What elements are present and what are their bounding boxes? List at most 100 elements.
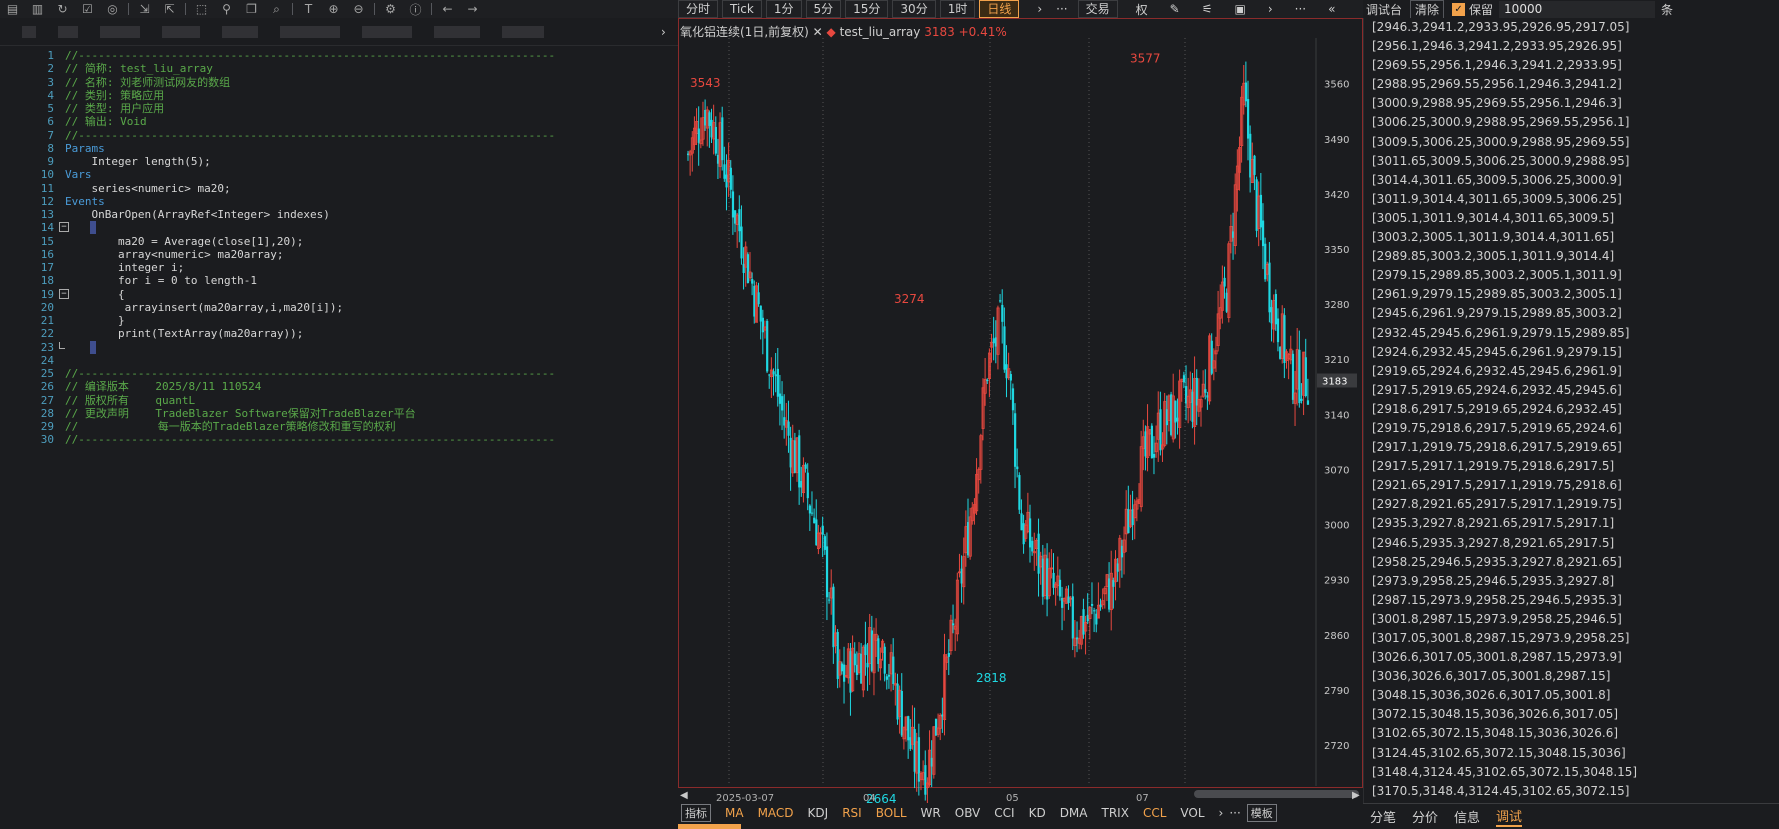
indicator-tab[interactable]: CCI	[994, 806, 1014, 820]
keep-label: 保留	[1469, 2, 1494, 17]
editor-tab[interactable]	[362, 25, 412, 38]
editor-tab[interactable]	[22, 25, 36, 38]
editor-tab[interactable]	[58, 25, 78, 38]
code-line[interactable]: 30 //------------------------------------…	[8, 432, 678, 447]
indicator-tab[interactable]: DMA	[1060, 806, 1088, 820]
copy-icon[interactable]: ❐	[243, 2, 260, 16]
sliders-icon[interactable]: ⚟	[1202, 2, 1213, 16]
chevron-right-icon[interactable]: ›	[1219, 806, 1224, 820]
checklist-icon[interactable]: ☑	[79, 2, 96, 16]
count-input[interactable]: 10000	[1499, 0, 1656, 18]
y-tick-label: 3280	[1324, 300, 1349, 311]
timeframe-button[interactable]: 1时	[939, 0, 976, 18]
timeframe-button[interactable]: 15分	[845, 0, 889, 18]
debug-tab[interactable]: 信息	[1454, 807, 1480, 826]
debug-output[interactable]: [2946.3,2941.2,2933.95,2926.95,2917.05] […	[1363, 18, 1779, 803]
refresh-icon[interactable]: ↻	[54, 2, 71, 16]
fold-toggle-icon[interactable]: −	[59, 288, 69, 299]
last-price-label: 3183	[1322, 377, 1347, 388]
indicator-label[interactable]: 指标	[681, 804, 711, 822]
toolbar-divider	[292, 3, 293, 15]
debug-line: [2927.8,2921.65,2917.5,2917.1,2919.75]	[1372, 497, 1622, 512]
count-unit: 条	[1661, 2, 1674, 17]
timeframe-button[interactable]: 30分	[892, 0, 936, 18]
debug-tab[interactable]: 分价	[1412, 807, 1438, 826]
trade-button[interactable]: 交易	[1077, 0, 1118, 18]
candlestick-chart[interactable]: 3560 3490 3420 3350 3280 3210 3140 3070 3000 2930…	[678, 38, 1363, 804]
debug-line: [3005.1,3011.9,3014.4,3011.65,3009.5]	[1372, 210, 1615, 225]
debug-line: [3148.4,3124.45,3102.65,3072.15,3048.15]	[1372, 764, 1638, 779]
indicator-tab[interactable]: BOLL	[876, 806, 907, 820]
y-tick-label: 2930	[1324, 576, 1349, 587]
info-icon[interactable]: ⓘ	[407, 2, 424, 17]
timeframe-button[interactable]: 日线	[979, 0, 1020, 18]
chevron-right-icon[interactable]: ›	[661, 25, 673, 39]
settings-icon[interactable]: ⚙	[382, 2, 399, 16]
candle-body	[1058, 579, 1062, 597]
indicator-tab[interactable]: TRIX	[1102, 806, 1129, 820]
search-icon[interactable]: ⚲	[218, 2, 235, 16]
double-chevron-left-icon[interactable]: «	[1328, 2, 1335, 16]
code-editor[interactable]: 1//-------------------------------------…	[8, 48, 676, 829]
export-icon[interactable]: ⇱	[161, 2, 178, 16]
pen-icon[interactable]: ✎	[1170, 2, 1180, 16]
rights-button[interactable]: 权	[1136, 1, 1148, 18]
fold-toggle-icon[interactable]	[59, 341, 65, 349]
debug-tab[interactable]: 调试	[1496, 806, 1523, 827]
back-icon[interactable]: ←	[439, 2, 456, 16]
zoom-out-icon[interactable]: ⊖	[350, 2, 367, 16]
debug-tab[interactable]: 分笔	[1370, 807, 1396, 826]
book-icon[interactable]: ▣	[1234, 2, 1245, 16]
indicator-tab[interactable]: KD	[1029, 806, 1046, 820]
timeframe-button[interactable]: Tick	[722, 0, 762, 18]
indicator-tab[interactable]: CCL	[1143, 806, 1166, 820]
indicator-tab[interactable]: WR	[921, 806, 941, 820]
timeframe-button[interactable]: 5分	[805, 0, 842, 18]
close-icon[interactable]: ✕	[813, 25, 827, 39]
more-icon[interactable]: ···	[1229, 806, 1240, 820]
candle-body	[731, 191, 735, 218]
debug-line: [2987.15,2973.9,2958.25,2946.5,2935.3]	[1372, 592, 1622, 607]
template-button[interactable]: 模板	[1246, 804, 1277, 822]
import-icon[interactable]: ⇲	[136, 2, 153, 16]
timeframe-button[interactable]: 分时	[678, 0, 719, 18]
candle-body	[1261, 220, 1265, 247]
indicator-tab[interactable]: VOL	[1180, 806, 1204, 820]
keep-checkbox[interactable]: ✓	[1452, 2, 1466, 16]
stop-icon[interactable]: ◎	[104, 2, 121, 16]
find-replace-icon[interactable]: ⌕	[268, 2, 285, 16]
symbol-label: 氧化铝连续(1日,前复权)	[680, 25, 809, 39]
indicator-tab[interactable]: MACD	[758, 806, 794, 820]
document-icon[interactable]: ▥	[29, 2, 46, 16]
candle-body	[714, 126, 717, 154]
candle-body	[1159, 409, 1162, 451]
text-icon[interactable]: T	[300, 2, 317, 16]
editor-tab[interactable]	[280, 25, 340, 38]
editor-tab[interactable]	[502, 25, 544, 38]
candle-body	[708, 112, 711, 126]
editor-tab[interactable]	[100, 25, 140, 38]
candle-body	[1306, 400, 1310, 405]
fold-toggle-icon[interactable]: −	[59, 222, 69, 233]
chevron-right-icon[interactable]: ›	[1268, 2, 1273, 16]
zoom-in-icon[interactable]: ⊕	[325, 2, 342, 16]
indicator-tab[interactable]: OBV	[955, 806, 981, 820]
editor-tab[interactable]	[434, 25, 480, 38]
candle-body	[740, 226, 743, 259]
more-icon[interactable]: ···	[1056, 2, 1067, 16]
clipboard-icon[interactable]: ▤	[4, 2, 21, 16]
debug-line: [2969.55,2956.1,2946.3,2941.2,2933.95]	[1372, 58, 1622, 73]
select-icon[interactable]: ⬚	[193, 2, 210, 16]
more-icon[interactable]: ···	[1295, 2, 1306, 16]
editor-tab[interactable]	[162, 25, 200, 38]
indicator-tab[interactable]: KDJ	[808, 806, 829, 820]
indicator-tab[interactable]: MA	[725, 806, 744, 820]
clear-button[interactable]: 清除	[1410, 0, 1445, 19]
debug-line: [3124.45,3102.65,3072.15,3048.15,3036]	[1372, 745, 1626, 760]
candle-body	[883, 646, 886, 674]
forward-icon[interactable]: →	[464, 2, 481, 16]
editor-tab[interactable]	[222, 25, 258, 38]
indicator-tab[interactable]: RSI	[842, 806, 862, 820]
chevron-right-icon[interactable]: ›	[1037, 2, 1042, 16]
timeframe-button[interactable]: 1分	[765, 0, 802, 18]
